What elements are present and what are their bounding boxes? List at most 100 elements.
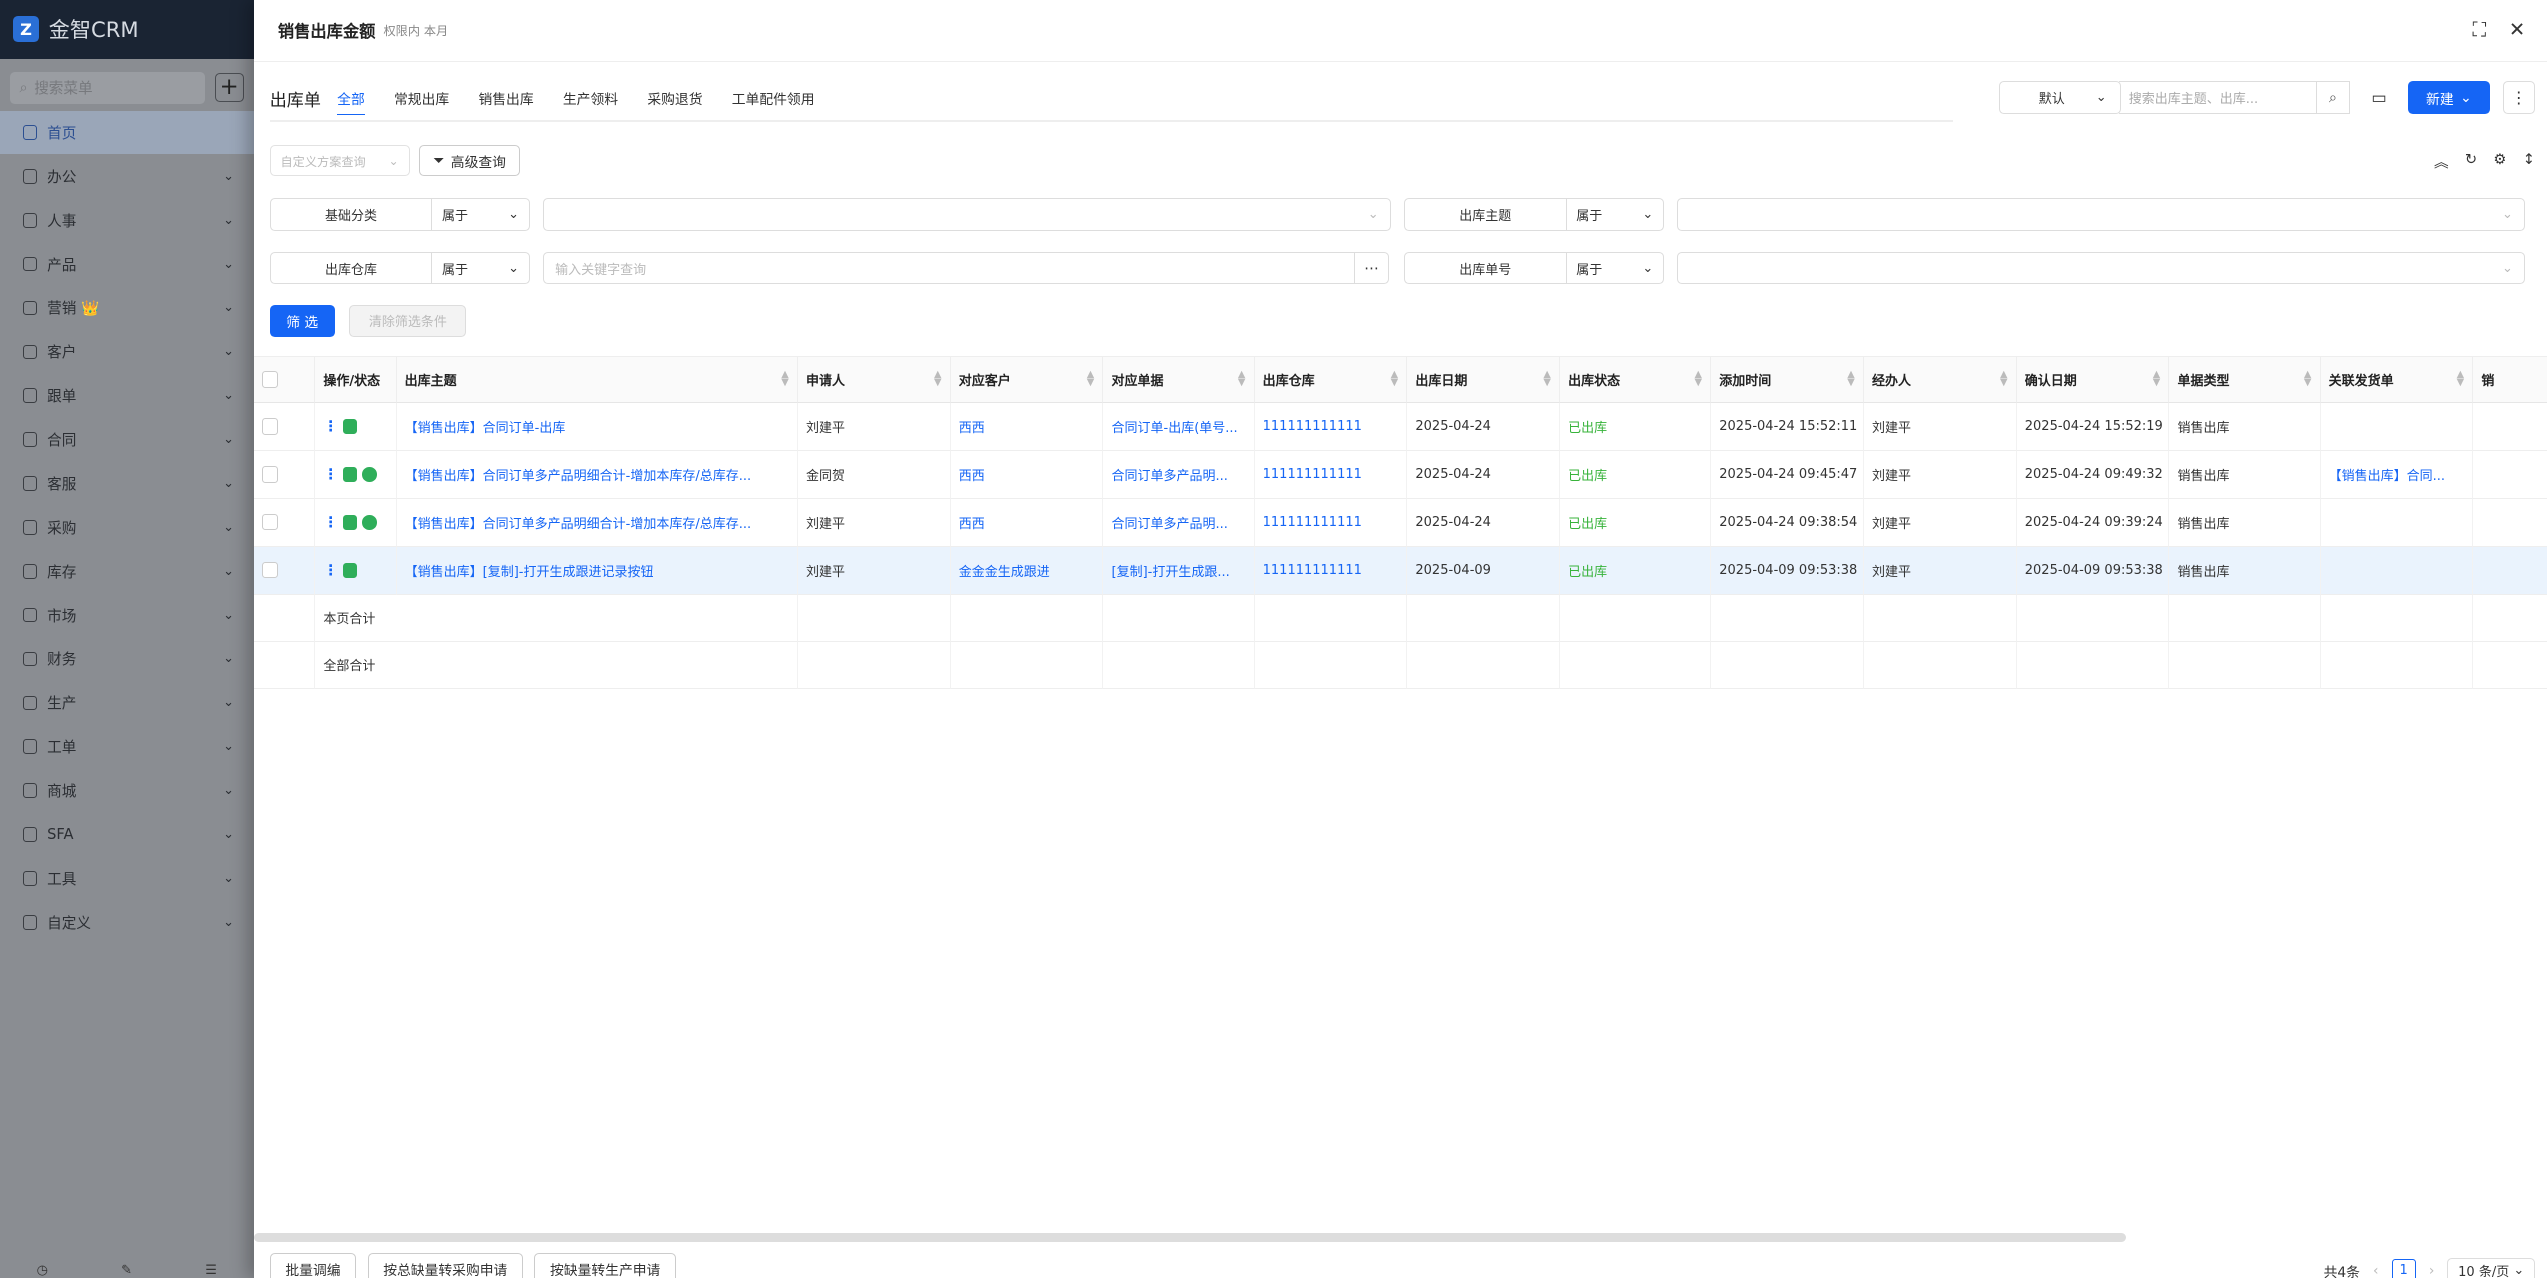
print-icon[interactable]: ▭ <box>2363 81 2396 114</box>
column-height-icon[interactable]: ↕ <box>2523 151 2535 172</box>
row-menu-icon[interactable]: ⋮ <box>323 514 338 531</box>
sort-icon[interactable]: ▲ ▼ <box>2153 370 2161 388</box>
pin-icon[interactable]: ✎ <box>121 1263 132 1278</box>
column-header[interactable]: 出库日期 ▲ ▼ <box>1407 355 1560 403</box>
fullscreen-icon[interactable]: ⛶ <box>2473 18 2487 41</box>
sort-icon[interactable]: ▲ ▼ <box>781 370 789 388</box>
cell-subject[interactable]: 【销售出库】合同订单多产品明细合计-增加本库存/总库存... <box>396 450 798 499</box>
sidebar-item[interactable]: 工单 ⌄ <box>0 725 254 769</box>
row-checkbox[interactable] <box>253 450 316 499</box>
filter-op-category[interactable]: 属于 ⌄ <box>432 198 530 231</box>
column-header[interactable]: 添加时间 ▲ ▼ <box>1711 355 1864 403</box>
sidebar-item[interactable]: 营销 👑 ⌄ <box>0 286 254 330</box>
menu-icon[interactable]: ☰ <box>205 1263 217 1278</box>
filter-value-category[interactable]: ⌄ <box>542 198 1391 231</box>
table-row[interactable]: ⋮ 【销售出库】合同订单多产品明细合计-增加本库存/总库存... 刘建平 西西 合同订单… <box>253 498 2547 547</box>
sort-icon[interactable]: ▲ ▼ <box>2457 370 2465 388</box>
filter-value-subject[interactable]: ⌄ <box>1677 198 2526 231</box>
sort-icon[interactable]: ▲ ▼ <box>934 370 942 388</box>
sidebar-item[interactable]: 市场 ⌄ <box>0 593 254 637</box>
cell-doc[interactable]: 合同订单多产品明... <box>1103 498 1255 547</box>
sidebar-item[interactable]: 首页 <box>0 110 254 155</box>
sidebar-item[interactable]: 跟单 ⌄ <box>0 374 254 418</box>
cell-ship[interactable] <box>2320 546 2474 595</box>
filter-value-warehouse[interactable]: 输入关键字查询 <box>542 251 1356 285</box>
clear-filter-button[interactable]: 清除筛选条件 <box>349 304 467 338</box>
sort-icon[interactable]: ▲ ▼ <box>1391 370 1399 388</box>
cell-ship[interactable] <box>2320 498 2474 547</box>
column-header[interactable]: 关联发货单 ▲ ▼ <box>2320 355 2474 403</box>
sort-icon[interactable]: ▲ ▼ <box>1087 370 1095 388</box>
cell-ship[interactable] <box>2320 403 2474 451</box>
sidebar-item[interactable]: 客户 ⌄ <box>0 330 254 374</box>
sort-icon[interactable]: ▲ ▼ <box>1543 370 1551 388</box>
column-header[interactable]: 确认日期 ▲ ▼ <box>2016 355 2170 403</box>
collapse-icon[interactable]: ︽ <box>2434 151 2449 172</box>
view-select[interactable]: 默认 ⌄ <box>1998 81 2121 114</box>
cell-warehouse[interactable]: 111111111111 <box>1254 403 1408 451</box>
sidebar-item[interactable]: 客服 ⌄ <box>0 462 254 506</box>
more-options-button[interactable]: ⋮ <box>2502 81 2535 114</box>
sort-icon[interactable]: ▲ ▼ <box>1695 370 1703 388</box>
sidebar-item[interactable]: 合同 ⌄ <box>0 418 254 462</box>
batch-adjust-button[interactable]: 批量调编 <box>269 1252 357 1278</box>
sidebar-item[interactable]: 生产 ⌄ <box>0 681 254 725</box>
filter-op-number[interactable]: 属于 ⌄ <box>1566 251 1664 285</box>
custom-query-select[interactable]: 自定义方案查询 ⌄ <box>269 145 410 177</box>
row-menu-icon[interactable]: ⋮ <box>323 562 338 579</box>
sidebar-item[interactable]: 采购 ⌄ <box>0 505 254 549</box>
close-icon[interactable]: ✕ <box>2509 18 2525 41</box>
refresh-icon[interactable]: ↻ <box>2465 151 2477 172</box>
filter-op-warehouse[interactable]: 属于 ⌄ <box>432 251 530 285</box>
table-row[interactable]: ⋮ 【销售出库】合同订单多产品明细合计-增加本库存/总库存... 金同贺 西西 合同订单… <box>253 450 2547 499</box>
horizontal-scrollbar[interactable] <box>253 1233 2126 1242</box>
cell-subject[interactable]: 【销售出库】[复制]-打开生成跟进记录按钮 <box>396 546 798 595</box>
column-header[interactable]: 出库仓库 ▲ ▼ <box>1254 355 1408 403</box>
row-checkbox[interactable] <box>253 546 316 595</box>
sidebar-item[interactable]: 工具 ⌄ <box>0 856 254 900</box>
next-page-icon[interactable]: › <box>2429 1263 2435 1278</box>
cell-customer[interactable]: 西西 <box>950 498 1104 547</box>
sidebar-item[interactable]: SFA ⌄ <box>0 813 254 857</box>
table-row[interactable]: ⋮ 【销售出库】[复制]-打开生成跟进记录按钮 刘建平 金金金生成跟进 [复制]-打开生… <box>253 546 2547 595</box>
column-header[interactable]: 申请人 ▲ ▼ <box>797 355 951 403</box>
tab-regular-outbound[interactable]: 常规出库 <box>394 82 449 115</box>
column-header[interactable]: 对应客户 ▲ ▼ <box>950 355 1104 403</box>
row-menu-icon[interactable]: ⋮ <box>323 466 338 483</box>
sort-icon[interactable]: ▲ ▼ <box>1847 370 1855 388</box>
column-header[interactable]: 操作/状态 <box>315 355 397 403</box>
cell-doc[interactable]: 合同订单-出库(单号... <box>1103 403 1255 451</box>
menu-search-input[interactable]: ⌕ 搜索菜单 <box>9 71 205 104</box>
column-header[interactable]: 对应单据 ▲ ▼ <box>1103 355 1255 403</box>
row-menu-icon[interactable]: ⋮ <box>323 418 338 435</box>
tab-sales-outbound[interactable]: 销售出库 <box>478 82 533 115</box>
add-menu-button[interactable]: + <box>214 73 244 103</box>
warehouse-picker-button[interactable]: ⋯ <box>1353 251 1390 285</box>
search-button[interactable]: ⌕ <box>2317 81 2350 114</box>
list-search-input[interactable]: 搜索出库主题、出库... <box>2119 81 2318 114</box>
sort-icon[interactable]: ▲ ▼ <box>2000 370 2008 388</box>
history-icon[interactable]: ◷ <box>37 1263 48 1278</box>
row-checkbox[interactable] <box>253 498 316 547</box>
sidebar-item[interactable]: 库存 ⌄ <box>0 549 254 593</box>
cell-warehouse[interactable]: 111111111111 <box>1254 546 1408 595</box>
page-number[interactable]: 1 <box>2391 1258 2416 1278</box>
column-header[interactable]: 出库主题 ▲ ▼ <box>396 355 798 403</box>
cell-customer[interactable]: 西西 <box>950 450 1104 499</box>
to-purchase-request-button[interactable]: 按总缺量转采购申请 <box>367 1252 523 1278</box>
sort-icon[interactable]: ▲ ▼ <box>1238 370 1246 388</box>
column-header[interactable]: 经办人 ▲ ▼ <box>1863 355 2017 403</box>
tab-purchase-return[interactable]: 采购退货 <box>647 82 702 115</box>
select-all-checkbox[interactable] <box>253 355 316 403</box>
sidebar-item[interactable]: 商城 ⌄ <box>0 769 254 813</box>
cell-warehouse[interactable]: 111111111111 <box>1254 450 1408 499</box>
tab-all[interactable]: 全部 <box>337 82 365 115</box>
cell-doc[interactable]: [复制]-打开生成跟... <box>1103 546 1255 595</box>
table-row[interactable]: ⋮ 【销售出库】合同订单-出库 刘建平 西西 合同订单-出库(单号... 11111111… <box>253 403 2547 451</box>
sidebar-item[interactable]: 自定义 ⌄ <box>0 900 254 944</box>
settings-icon[interactable]: ⚙ <box>2493 151 2506 172</box>
column-header[interactable]: 出库状态 ▲ ▼ <box>1560 355 1712 403</box>
filter-button[interactable]: 筛 选 <box>269 304 335 338</box>
cell-subject[interactable]: 【销售出库】合同订单-出库 <box>396 403 798 451</box>
tab-workorder-parts[interactable]: 工单配件领用 <box>732 82 815 115</box>
